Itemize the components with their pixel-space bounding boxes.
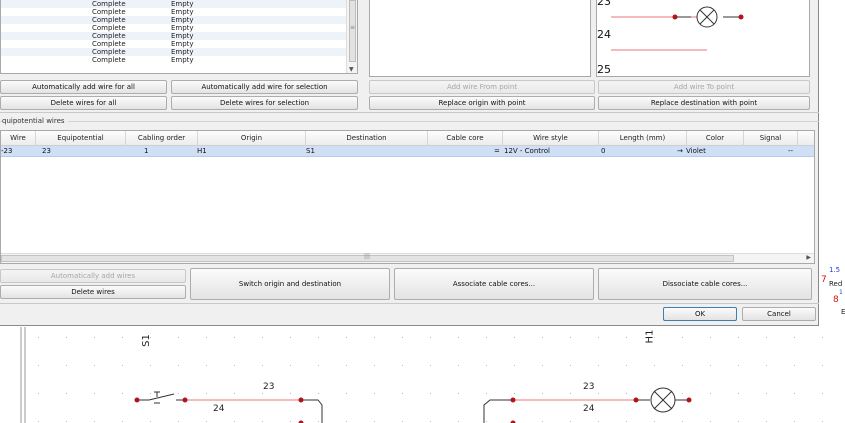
status-cell: Complete xyxy=(92,56,126,64)
scroll-thumb[interactable] xyxy=(349,0,356,62)
cell-wire: -23 xyxy=(1,147,13,155)
col-signal[interactable]: Signal xyxy=(744,131,798,146)
wire-style-marker: = xyxy=(494,147,500,155)
wire-small-label: 1 xyxy=(839,289,843,296)
list-item[interactable]: Complete Empty xyxy=(1,0,357,8)
scroll-down-icon[interactable]: ▼ xyxy=(349,66,354,73)
wires-table[interactable]: Wire Equipotential Cabling order Origin … xyxy=(0,130,815,264)
component-label-h1[interactable]: H1 xyxy=(644,330,655,344)
cell-destination: S1 xyxy=(306,147,315,155)
grip-icon: ≡ xyxy=(350,24,356,31)
table-row[interactable]: -23 23 1 H1 S1 = 12V - Control 0 → Viole… xyxy=(1,146,814,157)
col-origin[interactable]: Origin xyxy=(198,131,306,146)
status-cell: Complete xyxy=(92,48,126,56)
wire-number-label: 7 xyxy=(821,275,827,285)
fill-cell: Empty xyxy=(171,16,194,24)
vertical-scrollbar[interactable]: ≡ ▼ xyxy=(346,0,357,73)
destination-preview-pane: 23 24 25 xyxy=(596,0,810,77)
replace-origin-button[interactable]: Replace origin with point xyxy=(369,96,595,110)
add-wire-from-point-button[interactable]: Add wire From point xyxy=(369,80,595,94)
auto-add-wires-button[interactable]: Automatically add wires xyxy=(0,269,186,283)
fill-cell: Empty xyxy=(171,32,194,40)
wire-label-24-left: 24 xyxy=(213,404,225,414)
cell-color: Violet xyxy=(686,147,706,155)
col-color[interactable]: Color xyxy=(687,131,744,146)
col-destination[interactable]: Destination xyxy=(306,131,428,146)
status-cell: Complete xyxy=(92,0,126,8)
wire-section-label: 1.5 xyxy=(829,266,841,274)
switch-origin-destination-button[interactable]: Switch origin and destination xyxy=(190,268,390,300)
fill-cell: Empty xyxy=(171,56,194,64)
divider xyxy=(0,303,819,304)
divider xyxy=(0,112,819,113)
wire-color-label: Red xyxy=(829,280,843,288)
status-cell: Complete xyxy=(92,8,126,16)
wire-dialog: Complete Empty Complete Empty Complete Empty C… xyxy=(0,0,819,326)
fill-cell: Empty xyxy=(171,48,194,56)
list-item[interactable]: Complete Empty xyxy=(1,16,357,24)
ok-button[interactable]: OK xyxy=(663,307,737,321)
list-item[interactable]: Complete Empty xyxy=(1,8,357,16)
fill-cell: Empty xyxy=(171,40,194,48)
col-wire-style[interactable]: Wire style xyxy=(503,131,599,146)
col-wire[interactable]: Wire xyxy=(1,131,36,146)
dissociate-cable-cores-button[interactable]: Dissociate cable cores... xyxy=(598,268,812,300)
wire-label-24-right: 24 xyxy=(583,404,595,414)
replace-destination-button[interactable]: Replace destination with point xyxy=(598,96,810,110)
delete-wires-button[interactable]: Delete wires xyxy=(0,285,186,299)
cell-wire-style: 12V - Control xyxy=(504,147,550,155)
status-cell: Complete xyxy=(92,16,126,24)
delete-wires-all-button[interactable]: Delete wires for all xyxy=(0,96,167,110)
col-equipotential[interactable]: Equipotential xyxy=(36,131,126,146)
list-item[interactable]: Complete Empty xyxy=(1,32,357,40)
scroll-right-icon[interactable]: ▶ xyxy=(806,254,811,261)
equipotential-wires-group-label: quipotential wires xyxy=(2,117,68,125)
cell-cabling-order: 1 xyxy=(144,147,149,155)
list-item[interactable]: Complete Empty xyxy=(1,24,357,32)
cell-length: 0 xyxy=(601,147,606,155)
status-list[interactable]: Complete Empty Complete Empty Complete Empty C… xyxy=(0,0,358,74)
color-arrow-icon: → xyxy=(677,147,683,155)
status-cell: Complete xyxy=(92,32,126,40)
delete-wires-selection-button[interactable]: Delete wires for selection xyxy=(171,96,358,110)
cancel-button[interactable]: Cancel xyxy=(742,307,816,321)
col-cabling-order[interactable]: Cabling order xyxy=(126,131,198,146)
component-label-s1[interactable]: S1 xyxy=(141,334,152,347)
wire-number-label: 8 xyxy=(833,295,839,305)
associate-cable-cores-button[interactable]: Associate cable cores... xyxy=(394,268,594,300)
list-item[interactable]: Complete Empty xyxy=(1,40,357,48)
fill-cell: Empty xyxy=(171,8,194,16)
status-cell: Complete xyxy=(92,40,126,48)
cell-origin: H1 xyxy=(197,147,207,155)
col-length[interactable]: Length (mm) xyxy=(599,131,687,146)
cell-equipotential: 23 xyxy=(42,147,51,155)
wire-label-23-right: 23 xyxy=(583,382,595,392)
fill-cell: Empty xyxy=(171,0,194,8)
hgrip-icon: ||| xyxy=(364,253,371,260)
auto-add-wire-all-button[interactable]: Automatically add wire for all xyxy=(0,80,167,94)
cell-signal: -- xyxy=(788,147,794,155)
wire-letter-label: E xyxy=(841,308,845,316)
wire-label-23-left: 23 xyxy=(263,382,275,392)
fill-cell: Empty xyxy=(171,24,194,32)
origin-preview-pane xyxy=(369,0,591,77)
auto-add-wire-selection-button[interactable]: Automatically add wire for selection xyxy=(171,80,358,94)
add-wire-to-point-button[interactable]: Add wire To point xyxy=(598,80,810,94)
schematic-canvas[interactable]: S1 H1 23 24 23 24 xyxy=(0,327,845,423)
schematic-drawing xyxy=(20,327,845,423)
col-cable-core[interactable]: Cable core xyxy=(428,131,503,146)
status-cell: Complete xyxy=(92,24,126,32)
status-rows: Complete Empty Complete Empty Complete Empty C… xyxy=(1,0,357,64)
list-item[interactable]: Complete Empty xyxy=(1,48,357,56)
group-frame-line xyxy=(0,121,819,122)
lamp-symbol-preview xyxy=(611,6,744,51)
horizontal-scrollbar[interactable]: ||| ▶ xyxy=(1,253,814,263)
list-item[interactable]: Complete Empty xyxy=(1,56,357,64)
wires-table-header: Wire Equipotential Cabling order Origin … xyxy=(1,131,814,146)
